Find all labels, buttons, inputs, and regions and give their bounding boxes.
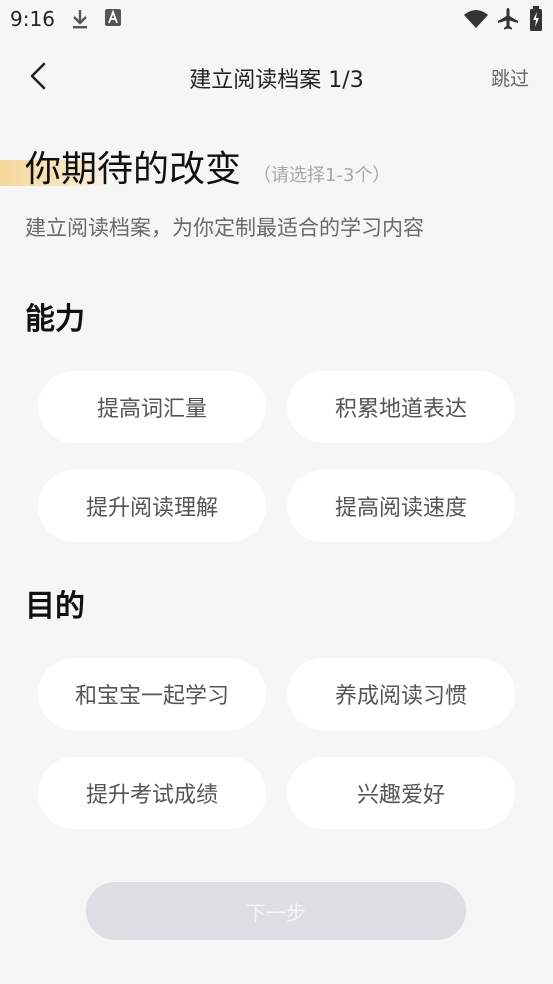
download-icon xyxy=(70,8,90,30)
option-chip[interactable]: 积累地道表达 xyxy=(287,371,515,443)
skip-button[interactable]: 跳过 xyxy=(491,64,529,91)
app-header: 建立阅读档案 1/3 跳过 xyxy=(0,50,553,102)
wifi-icon xyxy=(463,9,489,29)
section-title-purpose: 目的 xyxy=(25,589,85,624)
battery-icon xyxy=(529,6,543,32)
page-heading: 你期待的改变 （请选择1-3个） xyxy=(25,140,390,192)
option-chip[interactable]: 提高词汇量 xyxy=(38,371,266,443)
selection-hint: （请选择1-3个） xyxy=(253,165,391,186)
option-chip[interactable]: 提升阅读理解 xyxy=(38,470,266,542)
option-chip[interactable]: 养成阅读习惯 xyxy=(287,658,515,730)
page-subtitle: 建立阅读档案，为你定制最适合的学习内容 xyxy=(25,216,424,240)
section-title-ability: 能力 xyxy=(25,302,85,337)
a-badge-icon xyxy=(104,8,122,28)
option-chip[interactable]: 提高阅读速度 xyxy=(287,470,515,542)
status-time: 9:16 xyxy=(10,7,55,31)
page-title: 建立阅读档案 1/3 xyxy=(189,68,364,93)
status-bar: 9:16 xyxy=(0,0,553,38)
option-chip[interactable]: 兴趣爱好 xyxy=(287,757,515,829)
airplane-icon xyxy=(497,7,519,31)
option-chip[interactable]: 和宝宝一起学习 xyxy=(38,658,266,730)
option-chip[interactable]: 提升考试成绩 xyxy=(38,757,266,829)
next-step-button[interactable]: 下一步 xyxy=(86,882,466,940)
heading-text: 你期待的改变 xyxy=(25,149,242,190)
